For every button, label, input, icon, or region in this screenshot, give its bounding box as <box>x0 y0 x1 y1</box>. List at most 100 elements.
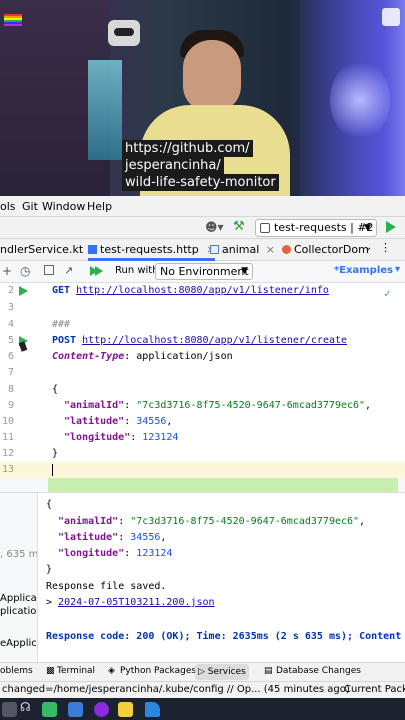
code-line: 5 POST http://localhost:8080/app/v1/list… <box>0 333 405 352</box>
chevron-down-icon[interactable]: ▾ <box>395 264 400 275</box>
flag-icon <box>4 14 22 26</box>
channel-logo-icon <box>382 8 400 26</box>
services-icon: ▷ <box>198 667 208 677</box>
status-message[interactable]: changed=/home/jesperancinha/.kube/config… <box>2 684 350 695</box>
output-line: "longitude": 123124 <box>58 548 173 559</box>
github-caption: https://github.com/ jesperancinha/ wild-… <box>122 140 284 191</box>
run-icon[interactable] <box>386 221 396 233</box>
editor-tabs: ndlerService.kt test-requests.http × ani… <box>0 239 405 261</box>
output-line: Response file saved. <box>46 581 167 592</box>
tool-window-bar: oblems ▩ Terminal ◈ Python Packages ▷ Se… <box>0 662 405 681</box>
chevron-down-icon: ▼ <box>364 223 371 233</box>
run-configuration-select[interactable]: test-requests | #2 ▼ <box>255 219 377 237</box>
app-icon[interactable] <box>118 702 133 717</box>
taskbar: ☊ <box>0 698 405 720</box>
run-all-icon <box>95 266 103 276</box>
code-line: 11 "longitude": 123124 <box>1 432 179 443</box>
tab-label: ndlerService.kt <box>0 243 84 256</box>
chevron-down-icon[interactable]: ⌄ <box>364 242 372 253</box>
request-url[interactable]: http://localhost:8080/app/v1/listener/in… <box>76 285 329 296</box>
ide-window: ols Git Window Help ☻▾ ⚒ test-requests |… <box>0 196 405 720</box>
text-caret <box>52 464 53 476</box>
tool-services[interactable]: ▷ Services <box>195 664 249 680</box>
caption-line: jesperancinha/ <box>122 157 224 174</box>
code-line: 9 "animalId": "7c3d3716-8f75-4520-9647-6… <box>7 400 372 411</box>
http-config-icon <box>260 223 270 233</box>
menu-window[interactable]: Window <box>42 200 85 213</box>
code-editor[interactable]: ✓ 2 GET http://localhost:8080/app/v1/lis… <box>0 283 405 549</box>
tree-item[interactable]: , 635 ms <box>0 549 37 560</box>
code-line: 12 } <box>1 448 59 459</box>
hammer-icon[interactable]: ⚒ <box>233 219 245 234</box>
code-line: 7 <box>7 367 14 378</box>
app-icon[interactable] <box>145 702 160 717</box>
tab-label: test-requests.http <box>100 243 199 256</box>
code-line: 4 ### <box>7 319 71 330</box>
response-file-link[interactable]: 2024-07-05T103211.200.json <box>58 597 215 608</box>
caption-line: wild-life-safety-monitor <box>122 174 279 191</box>
app-icon[interactable] <box>68 702 83 717</box>
tab-test-requests[interactable]: test-requests.http × <box>88 239 216 261</box>
environment-value: No Environment <box>160 265 249 278</box>
light-strip <box>88 60 122 160</box>
code-line: 6 Content-Type: application/json <box>7 351 233 362</box>
chevron-down-icon: ▼ <box>241 266 248 276</box>
output-line: } <box>46 564 53 575</box>
menu-tools[interactable]: ols <box>0 200 16 213</box>
caption-line: https://github.com/ <box>122 140 253 157</box>
code-line: 10 "latitude": 34556, <box>1 416 173 427</box>
menu-help[interactable]: Help <box>87 200 112 213</box>
http-request-toolbar: + ◷ ↗ Run with: No Environment ▼ *Exampl… <box>0 261 405 283</box>
run-configuration-label: test-requests | #2 <box>274 221 374 234</box>
export-icon[interactable]: ↗ <box>64 264 73 277</box>
response-code-line: Response code: 200 (OK); Time: 2635ms (2… <box>46 631 405 642</box>
examples-link[interactable]: *Examples <box>334 265 393 276</box>
app-icon[interactable] <box>42 702 57 717</box>
app-icon[interactable] <box>94 702 109 717</box>
status-right[interactable]: Current Packa <box>344 684 405 695</box>
tool-terminal[interactable]: Terminal <box>57 666 95 676</box>
tool-problems[interactable]: oblems <box>0 666 33 676</box>
presenter-face <box>183 40 241 112</box>
tab-animal[interactable]: animal × <box>210 239 275 261</box>
output-line: > 2024-07-05T103211.200.json <box>46 597 215 608</box>
tree-item[interactable]: eApplicati <box>0 638 37 649</box>
request-url[interactable]: http://localhost:8080/app/v1/listener/cr… <box>82 335 347 346</box>
output-line: "animalId": "7c3d3716-8f75-4520-9647-6mc… <box>58 516 366 527</box>
app-icon[interactable] <box>2 702 17 717</box>
user-icon[interactable]: ☻▾ <box>205 220 224 234</box>
current-code-line: 13 <box>0 462 405 478</box>
add-icon[interactable]: + <box>2 264 12 278</box>
history-icon[interactable]: ◷ <box>20 264 30 278</box>
output-line: { <box>46 499 53 510</box>
headphones-icon[interactable]: ☊ <box>20 700 35 715</box>
close-icon[interactable]: × <box>266 243 275 256</box>
tab-handler-service[interactable]: ndlerService.kt <box>0 239 83 261</box>
services-tree[interactable]: , 635 ms Applicatio plication eApplicati <box>0 493 38 663</box>
code-line: 8 { <box>7 384 59 395</box>
main-toolbar: ☻▾ ⚒ test-requests | #2 ▼ <box>0 217 405 239</box>
http-file-icon <box>88 245 97 254</box>
tab-label: animal <box>222 243 260 256</box>
database-icon: ▤ <box>264 666 273 676</box>
robot-figurine <box>108 20 140 46</box>
lamp-glow <box>330 60 390 140</box>
terminal-icon: ▩ <box>46 666 55 676</box>
tab-label: CollectorDom <box>294 243 369 256</box>
menu-git[interactable]: Git <box>22 200 38 213</box>
more-tabs-icon[interactable]: ⋮ <box>380 241 391 254</box>
services-panel: , 635 ms Applicatio plication eApplicati… <box>0 492 405 663</box>
menu-bar: ols Git Window Help <box>0 196 405 217</box>
tool-database-changes[interactable]: Database Changes <box>276 666 361 676</box>
python-icon: ◈ <box>108 666 115 676</box>
run-request-icon[interactable] <box>19 286 28 296</box>
tab-collector-domain[interactable]: CollectorDom <box>282 239 369 261</box>
tree-item[interactable]: Applicatio <box>0 593 37 604</box>
code-line: 3 <box>7 302 14 313</box>
webcam-video: https://github.com/ jesperancinha/ wild-… <box>0 0 405 196</box>
tool-python-packages[interactable]: Python Packages <box>120 666 196 676</box>
convert-icon[interactable] <box>44 265 54 275</box>
environment-select[interactable]: No Environment ▼ <box>155 263 253 280</box>
table-icon <box>210 245 219 254</box>
tree-item[interactable]: plication <box>0 606 37 617</box>
